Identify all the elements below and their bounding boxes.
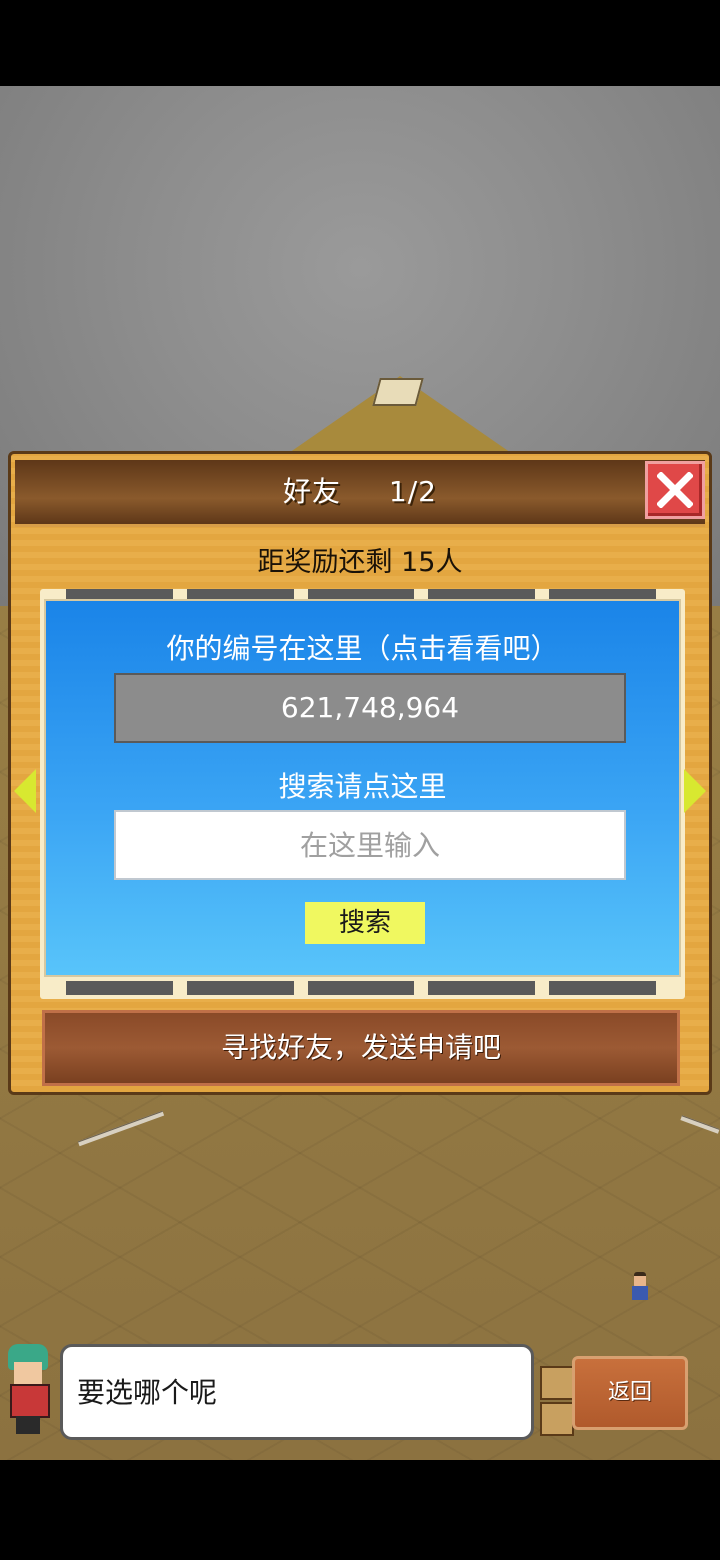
close-icon (657, 472, 693, 508)
hut (540, 1366, 574, 1400)
search-label: 搜索请点这里 (278, 770, 447, 803)
reward-remaining-text: 距奖励还剩 15人 (257, 547, 463, 578)
page-indicator: 1/2 (388, 475, 437, 508)
player-id-box[interactable]: 621,748,964 (114, 673, 626, 743)
hilltop-building (372, 378, 424, 406)
dialog-title: 好友 1/2 (15, 460, 705, 524)
friends-dialog: 好友 1/2 距奖励还剩 15人 你的编号在这里（点击看看吧） 621,748,… (8, 451, 712, 1095)
dialog-title-text: 好友 (283, 475, 342, 508)
speech-text: 要选哪个呢 (77, 1376, 218, 1409)
arrow-right-icon[interactable] (684, 769, 706, 813)
card-strip-bottom (66, 981, 656, 995)
id-label: 你的编号在这里（点击看看吧） (166, 632, 559, 665)
hut (540, 1402, 574, 1436)
search-input[interactable] (114, 810, 626, 880)
friend-card-frame: 你的编号在这里（点击看看吧） 621,748,964 搜索请点这里 搜索 (40, 589, 685, 999)
arrow-left-icon[interactable] (14, 769, 36, 813)
speech-bubble: 要选哪个呢 (60, 1344, 534, 1440)
dialog-header: 好友 1/2 (15, 460, 705, 527)
find-friends-button[interactable]: 寻找好友，发送申请吧 (42, 1010, 680, 1086)
card-strip-top (66, 589, 656, 599)
friend-id-card: 你的编号在这里（点击看看吧） 621,748,964 搜索请点这里 搜索 (44, 599, 681, 977)
search-button[interactable]: 搜索 (305, 902, 425, 944)
villager-sprite (628, 1272, 652, 1306)
advisor-avatar (2, 1344, 54, 1440)
close-button[interactable] (645, 461, 705, 519)
back-button[interactable]: 返回 (572, 1356, 688, 1430)
